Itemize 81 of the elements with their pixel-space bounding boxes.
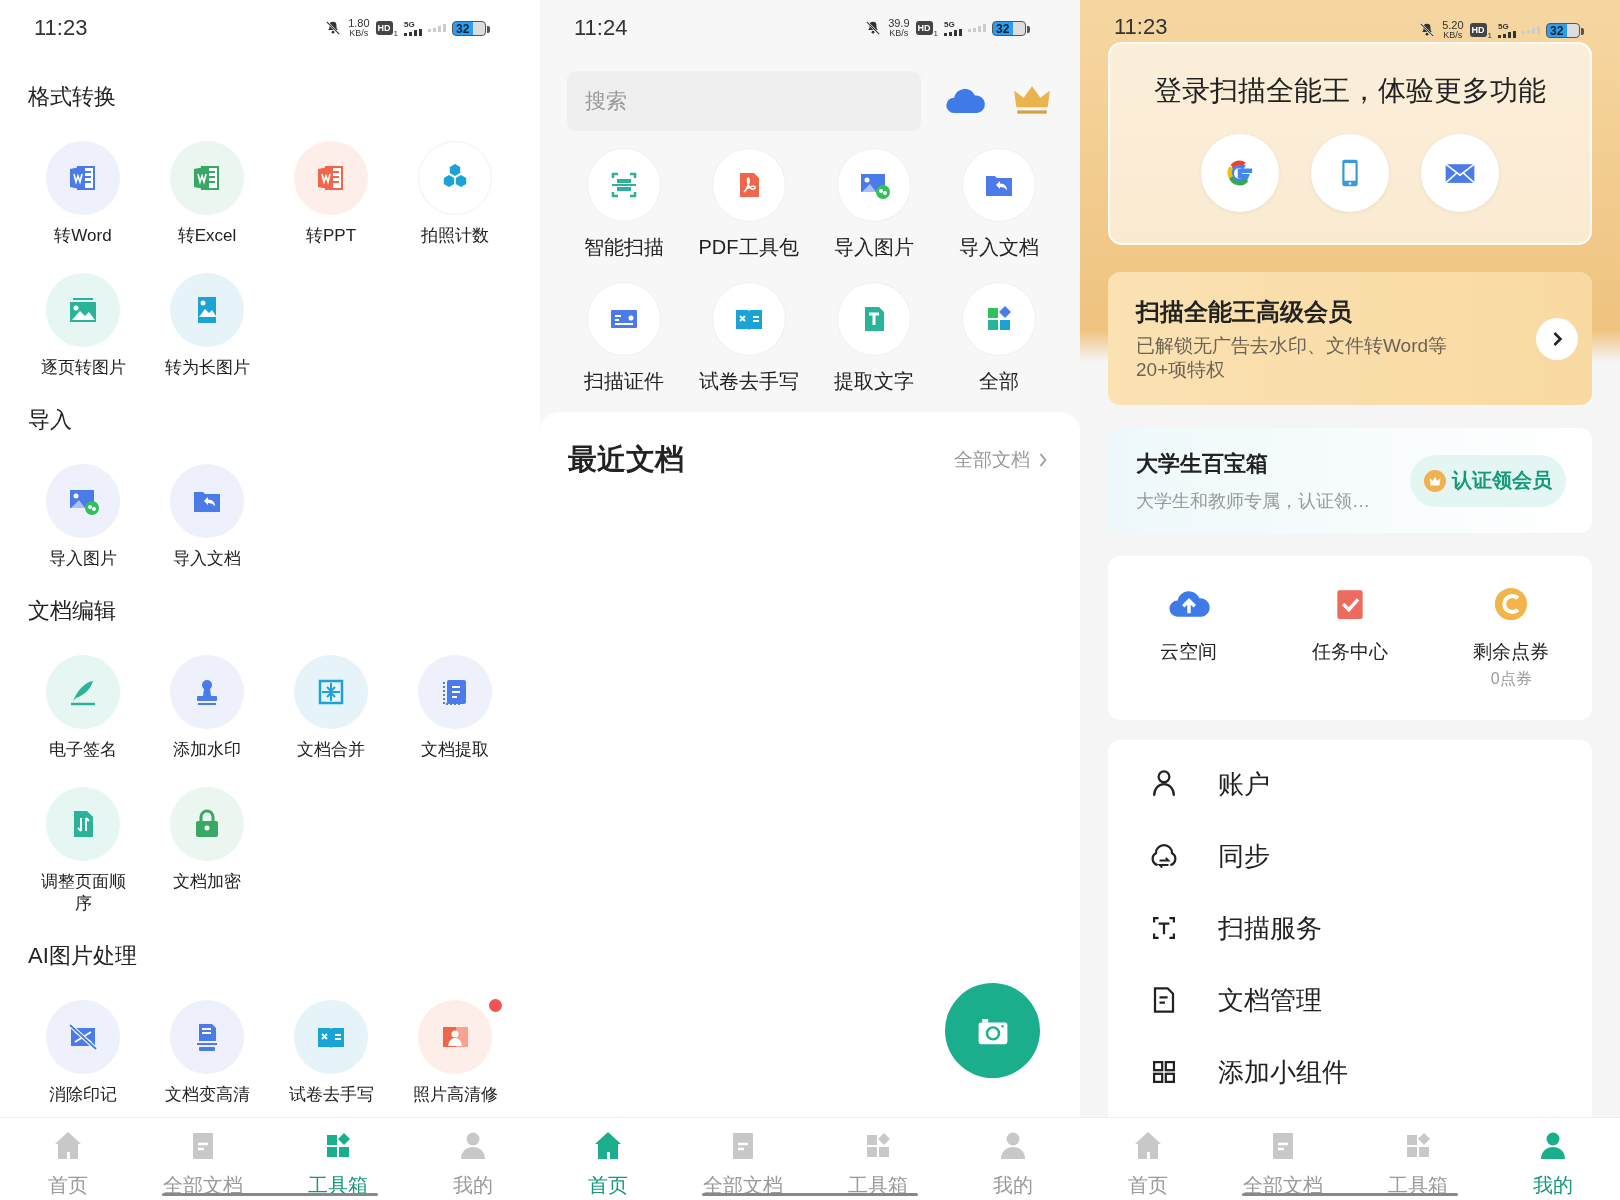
signal-icon <box>404 28 422 36</box>
shortcut-label[interactable]: PDF工具包 <box>698 234 799 260</box>
tool-label[interactable]: 试卷去手写 <box>288 1084 374 1106</box>
signal-icon <box>1498 30 1516 38</box>
shortcut-label[interactable]: 提取文字 <box>833 368 914 394</box>
status-time: 11:23 <box>34 15 88 41</box>
tool-label[interactable]: 照片高清修 <box>412 1084 498 1106</box>
membership-title: 扫描全能王高级会员 <box>1136 296 1353 327</box>
tool-label[interactable]: 转PPT <box>305 225 357 247</box>
sim-number: 1 <box>933 29 938 38</box>
network-type: 5G <box>404 20 415 29</box>
section-title: AI图片处理 <box>27 942 138 970</box>
menu-item[interactable]: 同步 <box>1108 820 1592 892</box>
student-title: 大学生百宝箱 <box>1136 449 1269 478</box>
tool-label[interactable]: 逐页转图片 <box>40 357 126 379</box>
network-speed: 5.20 <box>1442 20 1464 30</box>
section-title: 格式转换 <box>27 83 117 111</box>
tab[interactable]: 我的 <box>1485 1118 1620 1200</box>
section-title: 文档编辑 <box>27 597 117 625</box>
hd-badge: HD <box>1469 23 1487 37</box>
tool-label[interactable]: 导入图片 <box>49 548 117 570</box>
crown-coin-icon <box>1424 469 1446 492</box>
tool-label[interactable]: 电子签名 <box>49 739 117 761</box>
stat-value: 0点券 <box>1490 669 1532 689</box>
tool-label[interactable]: 文档提取 <box>421 739 489 761</box>
section-title: 最近文档 <box>568 442 684 477</box>
muted-bell-icon <box>1418 21 1437 39</box>
chevron-button[interactable] <box>1536 317 1578 360</box>
section-title: 导入 <box>27 406 73 434</box>
hd-badge: HD <box>915 21 933 35</box>
muted-bell-icon <box>864 19 883 37</box>
search-field[interactable]: 搜索 <box>567 71 921 131</box>
tool-label[interactable]: 转Excel <box>177 225 237 247</box>
tool-label[interactable]: 文档变高清 <box>164 1084 250 1106</box>
network-type: 5G <box>944 20 955 29</box>
signal-icon <box>944 28 962 36</box>
signal-icon <box>428 24 446 32</box>
tool-label[interactable]: 转Word <box>54 225 112 247</box>
muted-bell-icon <box>324 19 343 37</box>
membership-card[interactable]: 扫描全能王高级会员 已解锁无广告去水印、文件转Word等20+项特权 <box>1108 272 1592 405</box>
signal-icon <box>968 24 986 32</box>
shortcut-label[interactable]: 全部 <box>978 368 1019 394</box>
network-speed: 39.9 <box>888 18 910 28</box>
shortcut-label[interactable]: 扫描证件 <box>583 368 664 394</box>
menu-item[interactable]: 账户 <box>1108 748 1592 820</box>
membership-description: 已解锁无广告去水印、文件转Word等20+项特权 <box>1136 333 1449 382</box>
tool-label[interactable]: 拍照计数 <box>421 225 489 247</box>
tool-label[interactable]: 添加水印 <box>173 739 241 761</box>
tab[interactable]: 首页 <box>540 1118 675 1200</box>
login-title: 登录扫描全能王，体验更多功能 <box>1154 74 1546 108</box>
shortcut-label[interactable]: 导入文档 <box>958 234 1039 260</box>
shortcut-label[interactable]: 试卷去手写 <box>698 368 799 394</box>
speed-unit: KB/s <box>1443 30 1463 40</box>
menu-item[interactable]: 添加小组件 <box>1108 1036 1592 1108</box>
chevron-right-icon <box>1551 329 1563 348</box>
shortcut-label[interactable]: 智能扫描 <box>583 234 664 260</box>
menu-item[interactable]: 扫描服务 <box>1108 892 1592 964</box>
stat-label[interactable]: 云空间 <box>1160 639 1218 665</box>
menu-item[interactable]: 文档管理 <box>1108 964 1592 1036</box>
tool-label[interactable]: 文档合并 <box>297 739 365 761</box>
status-time: 11:24 <box>574 15 628 41</box>
tool-label[interactable]: 调整页面顺序 <box>38 871 128 915</box>
chevron-right-icon <box>1038 451 1048 469</box>
sim-number: 1 <box>393 29 398 38</box>
speed-unit: KB/s <box>349 28 369 38</box>
network-speed: 1.80 <box>348 18 370 28</box>
tab[interactable]: 工具箱 <box>270 1118 405 1200</box>
stat-label[interactable]: 任务中心 <box>1312 639 1388 665</box>
stat-label[interactable]: 剩余点券 <box>1473 639 1550 665</box>
hd-badge: HD <box>375 21 393 35</box>
shortcut-label[interactable]: 导入图片 <box>833 234 914 260</box>
sim-number: 1 <box>1487 31 1492 40</box>
tool-label[interactable]: 导入文档 <box>173 548 241 570</box>
signal-icon <box>1522 26 1540 34</box>
speed-unit: KB/s <box>889 28 909 38</box>
tool-label[interactable]: 消除印记 <box>49 1084 117 1106</box>
status-time: 11:23 <box>1114 14 1168 40</box>
network-type: 5G <box>1498 22 1509 31</box>
tool-label[interactable]: 文档加密 <box>173 871 241 893</box>
tool-label[interactable]: 转为长图片 <box>164 357 250 379</box>
student-description: 大学生和教师专属，认证领… <box>1136 489 1370 513</box>
